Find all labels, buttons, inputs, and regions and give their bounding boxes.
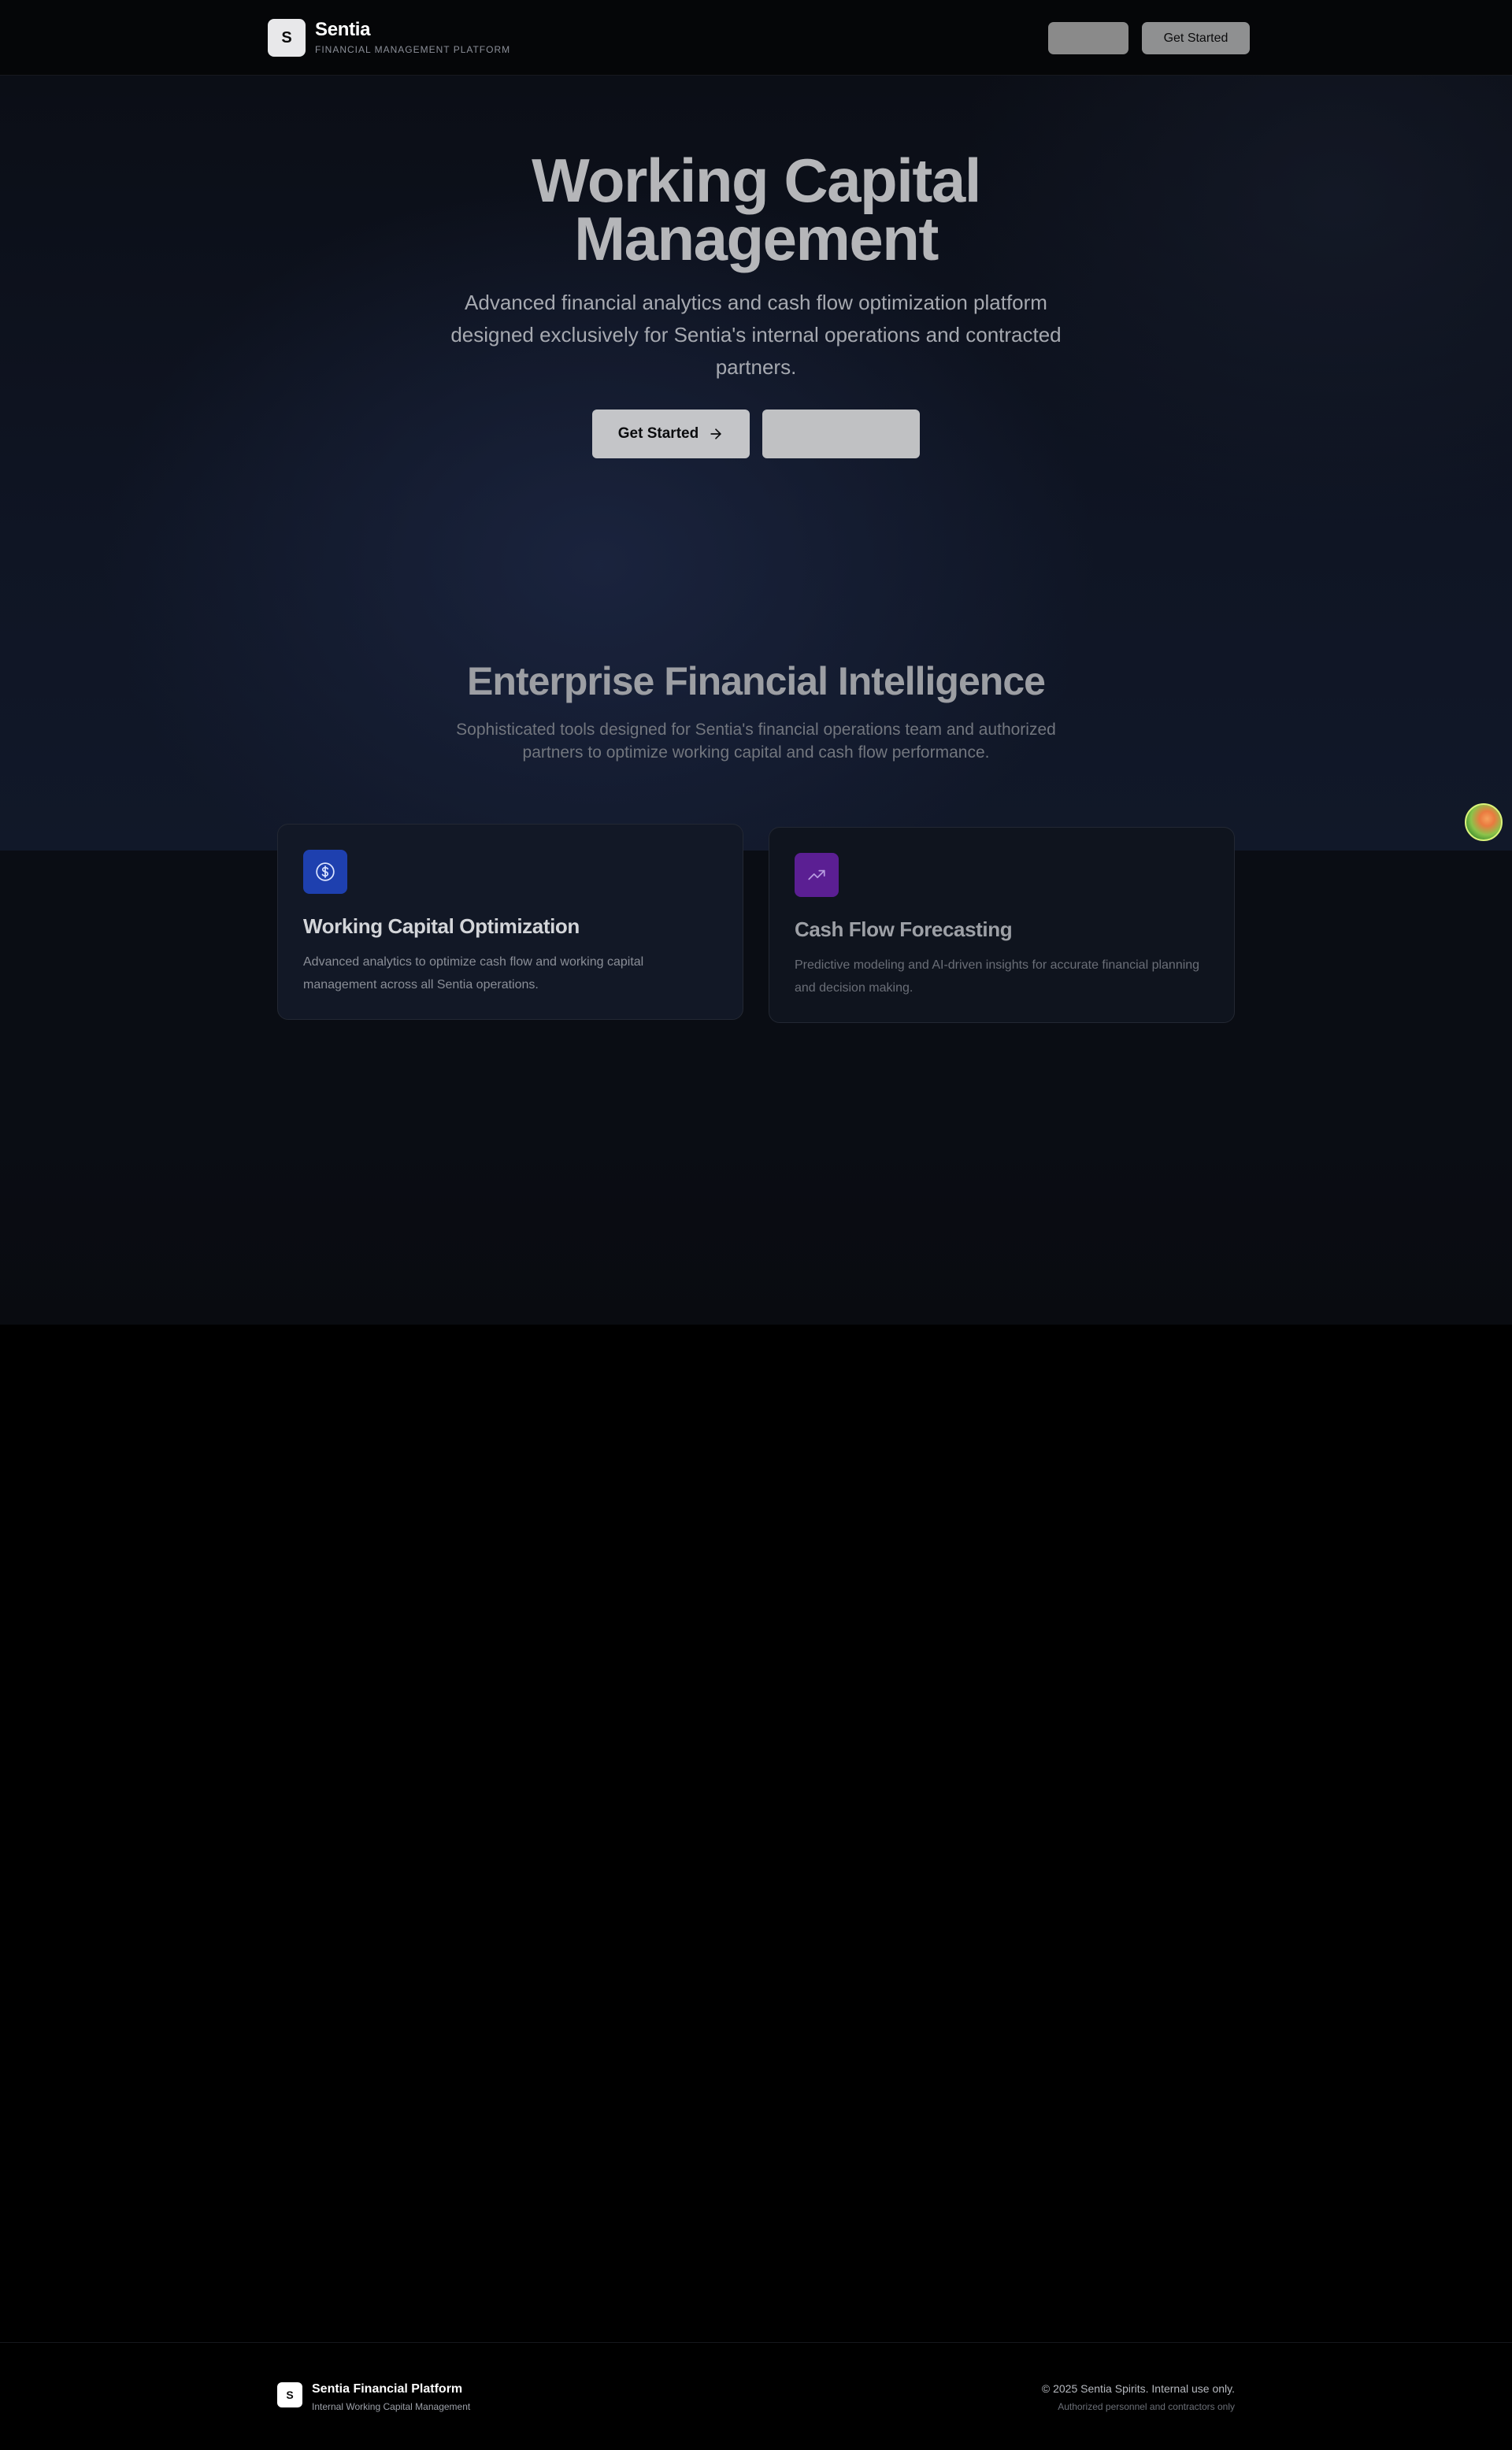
footer-note: Authorized personnel and contractors onl… — [1058, 2401, 1235, 2412]
dollar-circle-icon — [303, 850, 347, 894]
top-nav: S Sentia FINANCIAL MANAGEMENT PLATFORM G… — [0, 0, 1512, 76]
feature-card-working-capital[interactable]: Working Capital Optimization Advanced an… — [277, 824, 743, 1020]
feature-card-title: Cash Flow Forecasting — [795, 917, 1013, 941]
floating-avatar-button[interactable] — [1465, 803, 1503, 841]
feature-card-description: Advanced analytics to optimize cash flow… — [303, 955, 644, 991]
nav-secondary-button[interactable] — [1048, 22, 1128, 54]
brand-tagline: FINANCIAL MANAGEMENT PLATFORM — [315, 44, 511, 55]
hero-title: Working Capital Management — [362, 150, 1150, 269]
hero-subtitle: Advanced financial analytics and cash fl… — [450, 291, 1062, 379]
features-subtitle: Sophisticated tools designed for Sentia'… — [456, 721, 1056, 762]
feature-card-cash-flow[interactable]: Cash Flow Forecasting Predictive modelin… — [769, 827, 1235, 1023]
footer-copyright: © 2025 Sentia Spirits. Internal use only… — [1041, 2382, 1235, 2395]
brand-logo[interactable]: S — [268, 19, 306, 57]
trending-up-icon — [795, 853, 839, 897]
features-title: Enterprise Financial Intelligence — [467, 659, 1046, 703]
brand-name[interactable]: Sentia — [315, 19, 371, 41]
feature-card-title: Working Capital Optimization — [303, 914, 580, 938]
hero-get-started-label: Get Started — [617, 425, 699, 442]
arrow-right-icon — [710, 428, 721, 439]
features-background — [0, 851, 1512, 1325]
feature-card-description: Predictive modeling and AI-driven insigh… — [795, 958, 1200, 995]
footer-brand-name: Sentia Financial Platform — [312, 2382, 463, 2396]
hero-title-line-2: Management — [574, 204, 939, 273]
footer-logo: S — [277, 2382, 302, 2407]
nav-get-started-button[interactable]: Get Started — [1142, 22, 1250, 54]
footer: S Sentia Financial Platform Internal Wor… — [0, 2342, 1512, 2450]
footer-tagline: Internal Working Capital Management — [312, 2401, 471, 2412]
hero-get-started-button[interactable]: Get Started — [592, 410, 750, 458]
hero-secondary-button[interactable] — [762, 410, 920, 458]
